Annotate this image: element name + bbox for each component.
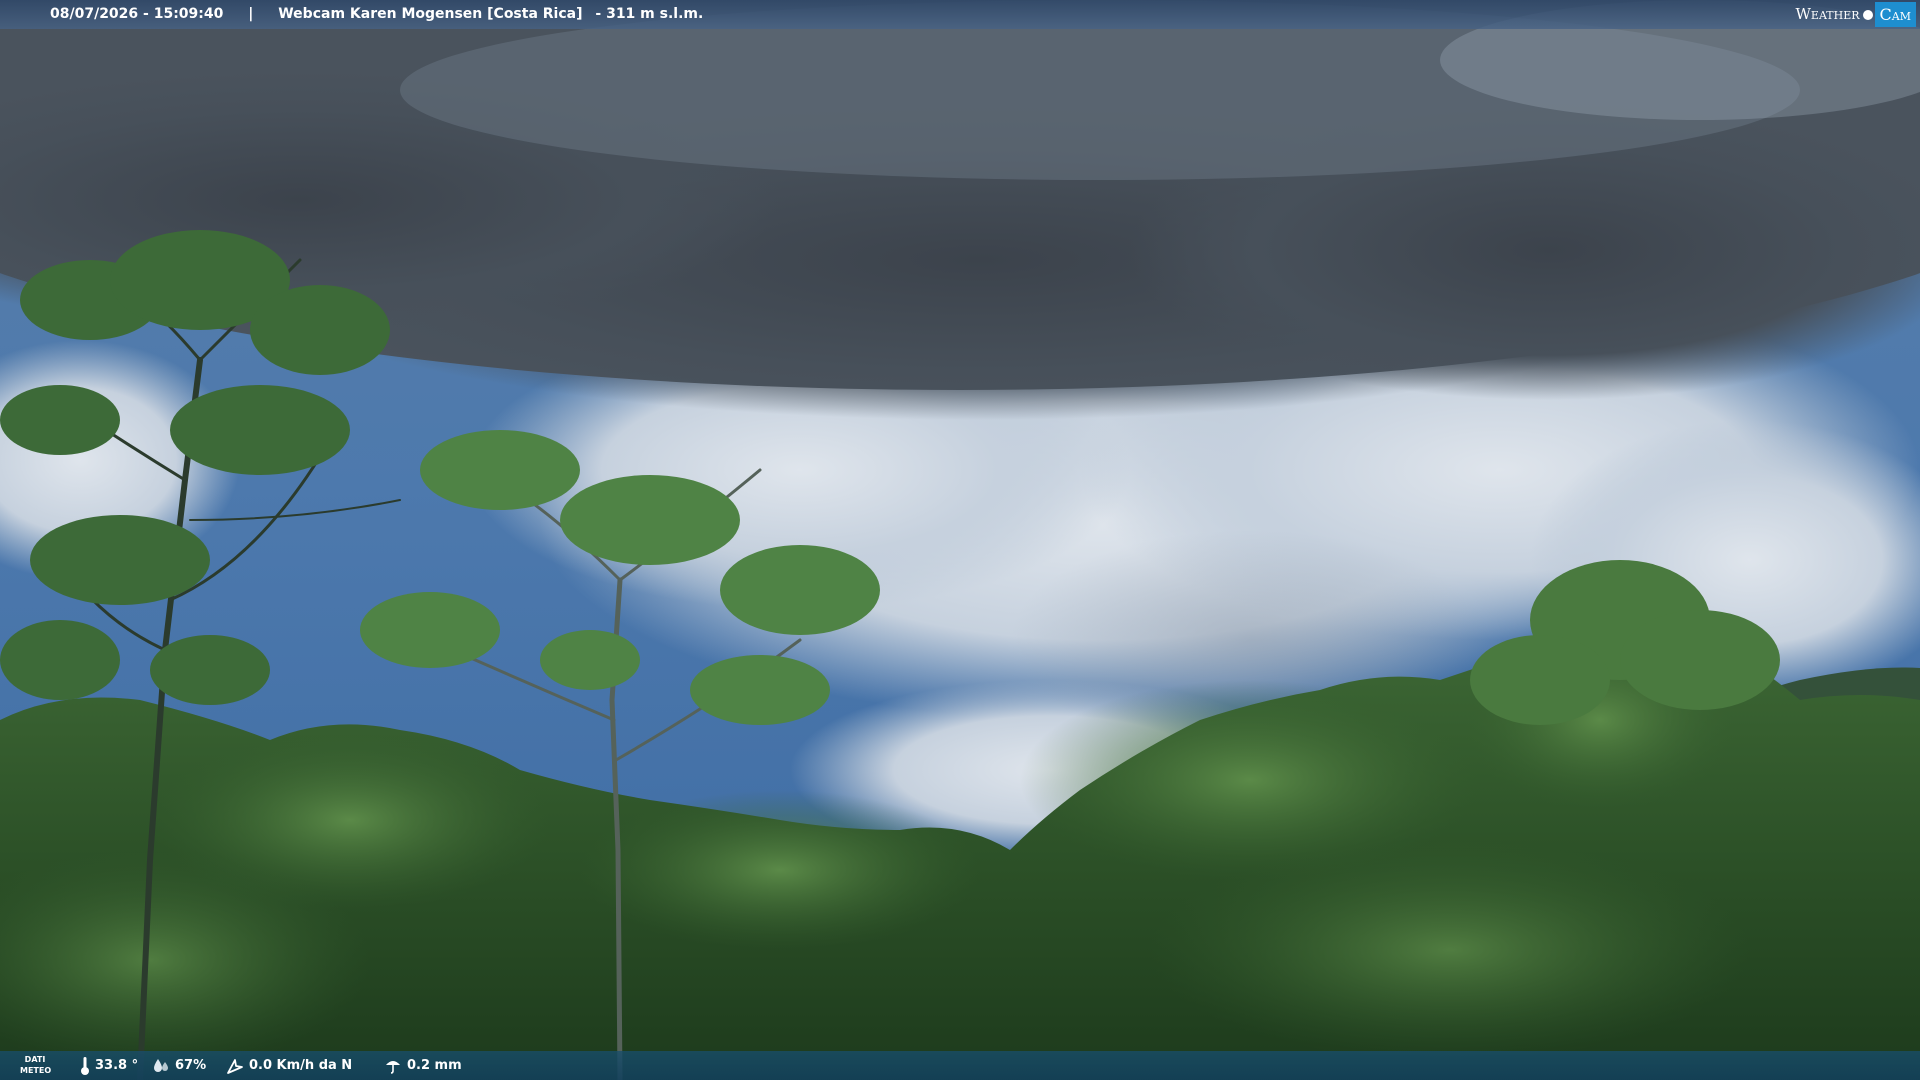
humidity-value: 67% <box>175 1058 207 1073</box>
humidity-icon <box>154 1058 168 1072</box>
weather-label-line2: METEO <box>20 1066 52 1075</box>
logo-dot-icon <box>1862 9 1873 20</box>
humidity-reading: 67% <box>152 1051 206 1080</box>
temperature-value: 33.8 ° <box>95 1058 139 1073</box>
top-info-bar: 08/07/2026 - 15:09:40 | Webcam Karen Mog… <box>0 0 1920 29</box>
weather-label-line1: DATI <box>24 1055 46 1064</box>
webcam-image <box>0 0 1920 1080</box>
rain-value: 0.2 mm <box>407 1058 462 1073</box>
rain-reading: 0.2 mm <box>384 1051 462 1080</box>
datetime-stamp: 08/07/2026 - 15:09:40 <box>50 6 224 22</box>
rain-icon <box>386 1060 400 1074</box>
wind-value: 0.0 Km/h da N <box>249 1058 353 1073</box>
logo-text-cam: Cam <box>1874 2 1916 27</box>
weathercam-logo[interactable]: Weather Cam <box>1796 2 1916 27</box>
camera-title: Webcam Karen Mogensen [Costa Rica] <box>278 6 583 22</box>
weather-data-bar: DATI METEO 33.8 ° 67% 0.0 Km/h da N 0.2 … <box>0 1051 1920 1080</box>
header-separator: | <box>248 6 254 22</box>
header-info: 08/07/2026 - 15:09:40 | Webcam Karen Mog… <box>50 0 703 29</box>
altitude-text: - 311 m s.l.m. <box>595 6 704 22</box>
thermometer-icon <box>81 1056 89 1075</box>
wind-reading: 0.0 Km/h da N <box>226 1051 352 1080</box>
logo-text-weather: Weather <box>1795 5 1860 23</box>
wind-icon <box>227 1058 243 1074</box>
temperature-reading: 33.8 ° <box>80 1051 138 1080</box>
weather-data-label: DATI METEO <box>20 1054 52 1076</box>
